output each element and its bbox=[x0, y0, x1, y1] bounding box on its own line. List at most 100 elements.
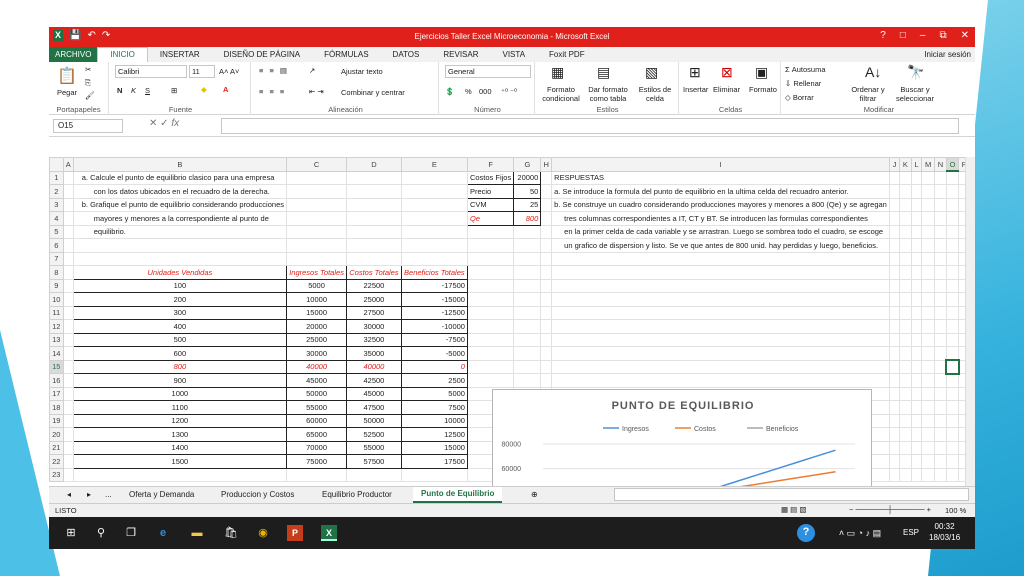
table-cell[interactable]: 30000 bbox=[346, 319, 402, 334]
column-header[interactable]: J bbox=[888, 157, 901, 172]
cell[interactable] bbox=[285, 170, 348, 185]
ribbon-display-button[interactable]: □ bbox=[900, 30, 906, 41]
table-header[interactable]: Ingresos Totales bbox=[285, 265, 348, 280]
cell[interactable] bbox=[62, 251, 74, 266]
table-cell[interactable]: 25000 bbox=[346, 292, 402, 307]
cell[interactable] bbox=[910, 292, 923, 307]
cell[interactable] bbox=[934, 440, 947, 455]
cell[interactable] bbox=[62, 197, 74, 212]
wrap-text-button[interactable]: Ajustar texto bbox=[341, 67, 383, 76]
table-cell[interactable]: 1300 bbox=[72, 427, 287, 442]
sheet-tab-equilibrio-productor[interactable]: Equilibrio Productor bbox=[322, 490, 392, 499]
tab-archivo[interactable]: ARCHIVO bbox=[49, 47, 98, 62]
cell[interactable] bbox=[346, 211, 402, 226]
cell[interactable] bbox=[540, 319, 553, 334]
cell[interactable] bbox=[945, 346, 960, 361]
cell[interactable] bbox=[934, 427, 947, 442]
fill-button[interactable]: ⇩ Rellenar bbox=[785, 79, 821, 88]
tab-vista[interactable]: VISTA bbox=[491, 50, 538, 59]
cell[interactable] bbox=[910, 170, 923, 185]
cell[interactable] bbox=[899, 292, 912, 307]
grow-font-icon[interactable]: A˄ A˅ bbox=[219, 67, 239, 76]
row-header[interactable]: 9 bbox=[49, 278, 64, 293]
table-header[interactable]: Beneficios Totales bbox=[400, 265, 468, 280]
cell[interactable] bbox=[934, 224, 947, 239]
cell[interactable] bbox=[945, 373, 960, 388]
table-cell[interactable]: 1000 bbox=[72, 386, 287, 401]
cell[interactable] bbox=[888, 224, 901, 239]
table-cell[interactable]: 400 bbox=[72, 319, 287, 334]
table-cell[interactable]: 1200 bbox=[72, 413, 287, 428]
cell[interactable] bbox=[921, 454, 936, 469]
column-header[interactable]: F bbox=[466, 157, 515, 172]
cell[interactable] bbox=[934, 278, 947, 293]
cell[interactable] bbox=[400, 211, 468, 226]
cell[interactable] bbox=[285, 197, 348, 212]
cell[interactable] bbox=[551, 292, 890, 307]
cell[interactable] bbox=[945, 265, 960, 280]
cell[interactable] bbox=[921, 278, 936, 293]
cell[interactable] bbox=[921, 211, 936, 226]
cell[interactable] bbox=[62, 332, 74, 347]
table-cell[interactable]: 35000 bbox=[346, 346, 402, 361]
decimal-icons[interactable]: ⁺⁰ ⁻⁰ bbox=[501, 87, 517, 96]
cell[interactable] bbox=[540, 332, 553, 347]
param-label[interactable]: Precio bbox=[466, 184, 515, 199]
cell[interactable] bbox=[346, 170, 402, 185]
tab-formulas[interactable]: FÓRMULAS bbox=[312, 50, 380, 59]
cell[interactable] bbox=[62, 305, 74, 320]
orientation-icon[interactable]: ↗ bbox=[309, 66, 315, 75]
cell[interactable] bbox=[945, 454, 960, 469]
table-cell[interactable]: 200 bbox=[72, 292, 287, 307]
cell[interactable] bbox=[62, 224, 74, 239]
cell[interactable] bbox=[513, 292, 542, 307]
autosum-button[interactable]: Σ Autosuma bbox=[785, 65, 826, 74]
cell[interactable] bbox=[899, 413, 912, 428]
table-cell[interactable]: 40000 bbox=[346, 359, 402, 374]
cell[interactable] bbox=[899, 467, 912, 482]
row-header[interactable]: 14 bbox=[49, 346, 64, 361]
row-header[interactable]: 2 bbox=[49, 184, 64, 199]
cell[interactable] bbox=[910, 400, 923, 415]
row-header[interactable]: 4 bbox=[49, 211, 64, 226]
param-value[interactable]: 25 bbox=[513, 197, 542, 212]
cell[interactable] bbox=[62, 373, 74, 388]
cell[interactable] bbox=[513, 238, 542, 253]
table-cell[interactable]: 5000 bbox=[400, 386, 468, 401]
table-cell[interactable]: -12500 bbox=[400, 305, 468, 320]
cell[interactable] bbox=[910, 454, 923, 469]
cell[interactable] bbox=[899, 211, 912, 226]
cell[interactable] bbox=[540, 224, 553, 239]
table-cell[interactable]: -10000 bbox=[400, 319, 468, 334]
table-cell[interactable]: 15000 bbox=[400, 440, 468, 455]
cell[interactable] bbox=[551, 265, 890, 280]
cell[interactable] bbox=[466, 373, 515, 388]
row-header[interactable]: 16 bbox=[49, 373, 64, 388]
tab-inicio[interactable]: INICIO bbox=[97, 47, 148, 62]
cell[interactable] bbox=[910, 319, 923, 334]
table-cell[interactable]: 60000 bbox=[285, 413, 348, 428]
vertical-scrollbar[interactable] bbox=[965, 157, 975, 487]
add-sheet-icon[interactable]: ⊕ bbox=[531, 490, 538, 499]
borders-icon[interactable]: ⊞ bbox=[171, 86, 177, 95]
cell[interactable] bbox=[551, 251, 890, 266]
cell[interactable] bbox=[888, 346, 901, 361]
cell[interactable] bbox=[551, 305, 890, 320]
cell[interactable] bbox=[945, 359, 960, 375]
table-cell[interactable]: 50000 bbox=[285, 386, 348, 401]
cell[interactable] bbox=[945, 467, 960, 482]
find-icon[interactable]: 🔭 bbox=[907, 64, 924, 81]
cell[interactable] bbox=[921, 413, 936, 428]
cell[interactable] bbox=[934, 319, 947, 334]
sheet-tab-produccion[interactable]: Produccion y Costos bbox=[221, 490, 294, 499]
cell[interactable] bbox=[899, 346, 912, 361]
cell[interactable] bbox=[62, 292, 74, 307]
windows-start-icon[interactable]: ⊞ bbox=[63, 525, 79, 541]
row-header[interactable]: 1 bbox=[49, 170, 64, 185]
cell[interactable] bbox=[62, 467, 74, 482]
search-icon[interactable]: ⚲ bbox=[93, 525, 109, 541]
table-cell[interactable]: 25000 bbox=[285, 332, 348, 347]
merge-center-button[interactable]: Combinar y centrar bbox=[341, 88, 405, 97]
bold-button[interactable]: N bbox=[117, 86, 122, 95]
cell[interactable] bbox=[540, 251, 553, 266]
